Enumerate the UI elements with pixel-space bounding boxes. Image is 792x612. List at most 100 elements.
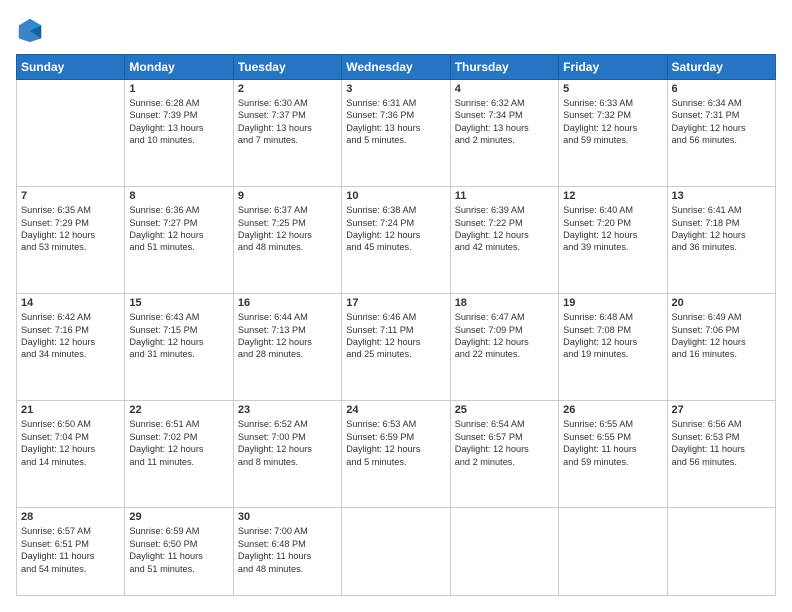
cell-text: Sunset: 7:24 PM (346, 217, 445, 229)
week-row-5: 28Sunrise: 6:57 AMSunset: 6:51 PMDayligh… (17, 508, 776, 596)
cell-text: Sunrise: 6:52 AM (238, 418, 337, 430)
cell-text: Sunset: 7:34 PM (455, 109, 554, 121)
day-number: 1 (129, 83, 228, 95)
week-row-4: 21Sunrise: 6:50 AMSunset: 7:04 PMDayligh… (17, 401, 776, 508)
cell-text: Sunrise: 6:31 AM (346, 97, 445, 109)
cell-text: Sunset: 6:48 PM (238, 538, 337, 550)
cell-text: Sunrise: 6:43 AM (129, 311, 228, 323)
cell-text: Sunset: 7:06 PM (672, 324, 771, 336)
cell-text: Sunrise: 6:56 AM (672, 418, 771, 430)
cell-text: Daylight: 12 hours (346, 229, 445, 241)
cell-text: Sunrise: 6:44 AM (238, 311, 337, 323)
header (16, 16, 776, 44)
day-number: 30 (238, 511, 337, 523)
cell-text: Sunset: 7:13 PM (238, 324, 337, 336)
day-number: 27 (672, 404, 771, 416)
cell-text: Sunrise: 6:37 AM (238, 204, 337, 216)
day-number: 17 (346, 297, 445, 309)
cell-text: Sunset: 7:00 PM (238, 431, 337, 443)
cell-text: Sunset: 7:22 PM (455, 217, 554, 229)
day-cell: 16Sunrise: 6:44 AMSunset: 7:13 PMDayligh… (233, 294, 341, 401)
cell-text: and 59 minutes. (563, 456, 662, 468)
day-number: 18 (455, 297, 554, 309)
day-cell: 4Sunrise: 6:32 AMSunset: 7:34 PMDaylight… (450, 80, 558, 187)
day-number: 29 (129, 511, 228, 523)
day-cell: 22Sunrise: 6:51 AMSunset: 7:02 PMDayligh… (125, 401, 233, 508)
day-cell: 9Sunrise: 6:37 AMSunset: 7:25 PMDaylight… (233, 187, 341, 294)
cell-text: Sunrise: 6:55 AM (563, 418, 662, 430)
cell-text: Sunrise: 6:40 AM (563, 204, 662, 216)
week-row-1: 1Sunrise: 6:28 AMSunset: 7:39 PMDaylight… (17, 80, 776, 187)
cell-text: and 54 minutes. (21, 563, 120, 575)
cell-text: Daylight: 12 hours (672, 122, 771, 134)
cell-text: and 10 minutes. (129, 134, 228, 146)
day-number: 25 (455, 404, 554, 416)
day-cell: 20Sunrise: 6:49 AMSunset: 7:06 PMDayligh… (667, 294, 775, 401)
cell-text: and 53 minutes. (21, 241, 120, 253)
cell-text: Sunset: 7:39 PM (129, 109, 228, 121)
cell-text: Sunset: 6:55 PM (563, 431, 662, 443)
cell-text: Daylight: 13 hours (238, 122, 337, 134)
day-number: 24 (346, 404, 445, 416)
cell-text: Daylight: 12 hours (563, 336, 662, 348)
cell-text: Sunrise: 6:30 AM (238, 97, 337, 109)
cell-text: Sunset: 7:25 PM (238, 217, 337, 229)
day-cell (559, 508, 667, 596)
cell-text: Sunset: 7:32 PM (563, 109, 662, 121)
cell-text: Sunset: 7:04 PM (21, 431, 120, 443)
cell-text: and 51 minutes. (129, 563, 228, 575)
col-header-wednesday: Wednesday (342, 55, 450, 80)
cell-text: Sunrise: 6:48 AM (563, 311, 662, 323)
day-number: 28 (21, 511, 120, 523)
cell-text: Sunset: 7:36 PM (346, 109, 445, 121)
cell-text: Daylight: 12 hours (238, 336, 337, 348)
cell-text: Sunrise: 6:39 AM (455, 204, 554, 216)
day-number: 3 (346, 83, 445, 95)
cell-text: Sunrise: 6:54 AM (455, 418, 554, 430)
cell-text: Daylight: 12 hours (129, 229, 228, 241)
day-cell (17, 80, 125, 187)
day-cell (450, 508, 558, 596)
day-cell: 2Sunrise: 6:30 AMSunset: 7:37 PMDaylight… (233, 80, 341, 187)
cell-text: Sunset: 7:02 PM (129, 431, 228, 443)
day-number: 23 (238, 404, 337, 416)
cell-text: Daylight: 11 hours (21, 550, 120, 562)
cell-text: Daylight: 12 hours (563, 229, 662, 241)
calendar-table: SundayMondayTuesdayWednesdayThursdayFrid… (16, 54, 776, 596)
cell-text: and 34 minutes. (21, 348, 120, 360)
cell-text: Daylight: 12 hours (346, 336, 445, 348)
day-cell: 25Sunrise: 6:54 AMSunset: 6:57 PMDayligh… (450, 401, 558, 508)
cell-text: Sunrise: 6:59 AM (129, 525, 228, 537)
page: SundayMondayTuesdayWednesdayThursdayFrid… (0, 0, 792, 612)
day-number: 6 (672, 83, 771, 95)
cell-text: and 2 minutes. (455, 456, 554, 468)
cell-text: Daylight: 12 hours (455, 443, 554, 455)
cell-text: and 5 minutes. (346, 456, 445, 468)
cell-text: Daylight: 11 hours (563, 443, 662, 455)
day-cell: 8Sunrise: 6:36 AMSunset: 7:27 PMDaylight… (125, 187, 233, 294)
cell-text: Sunset: 7:20 PM (563, 217, 662, 229)
cell-text: Sunset: 6:59 PM (346, 431, 445, 443)
cell-text: Daylight: 12 hours (21, 336, 120, 348)
cell-text: Sunrise: 6:41 AM (672, 204, 771, 216)
cell-text: and 16 minutes. (672, 348, 771, 360)
cell-text: Daylight: 12 hours (129, 336, 228, 348)
cell-text: Sunrise: 7:00 AM (238, 525, 337, 537)
cell-text: Sunset: 7:15 PM (129, 324, 228, 336)
cell-text: Daylight: 12 hours (346, 443, 445, 455)
day-cell: 21Sunrise: 6:50 AMSunset: 7:04 PMDayligh… (17, 401, 125, 508)
day-cell: 7Sunrise: 6:35 AMSunset: 7:29 PMDaylight… (17, 187, 125, 294)
day-cell: 15Sunrise: 6:43 AMSunset: 7:15 PMDayligh… (125, 294, 233, 401)
day-cell: 24 Sunrise: 6:53 AMSunset: 6:59 PMDayligh… (342, 401, 450, 508)
cell-text: and 7 minutes. (238, 134, 337, 146)
day-cell: 6Sunrise: 6:34 AMSunset: 7:31 PMDaylight… (667, 80, 775, 187)
day-cell (342, 508, 450, 596)
cell-text: and 56 minutes. (672, 134, 771, 146)
cell-text: Sunrise: 6:51 AM (129, 418, 228, 430)
day-cell: 1Sunrise: 6:28 AMSunset: 7:39 PMDaylight… (125, 80, 233, 187)
cell-text: Sunset: 7:18 PM (672, 217, 771, 229)
day-cell: 19Sunrise: 6:48 AMSunset: 7:08 PMDayligh… (559, 294, 667, 401)
day-cell: 14Sunrise: 6:42 AMSunset: 7:16 PMDayligh… (17, 294, 125, 401)
day-cell: 18Sunrise: 6:47 AMSunset: 7:09 PMDayligh… (450, 294, 558, 401)
cell-text: Sunrise: 6:53 AM (346, 418, 445, 430)
